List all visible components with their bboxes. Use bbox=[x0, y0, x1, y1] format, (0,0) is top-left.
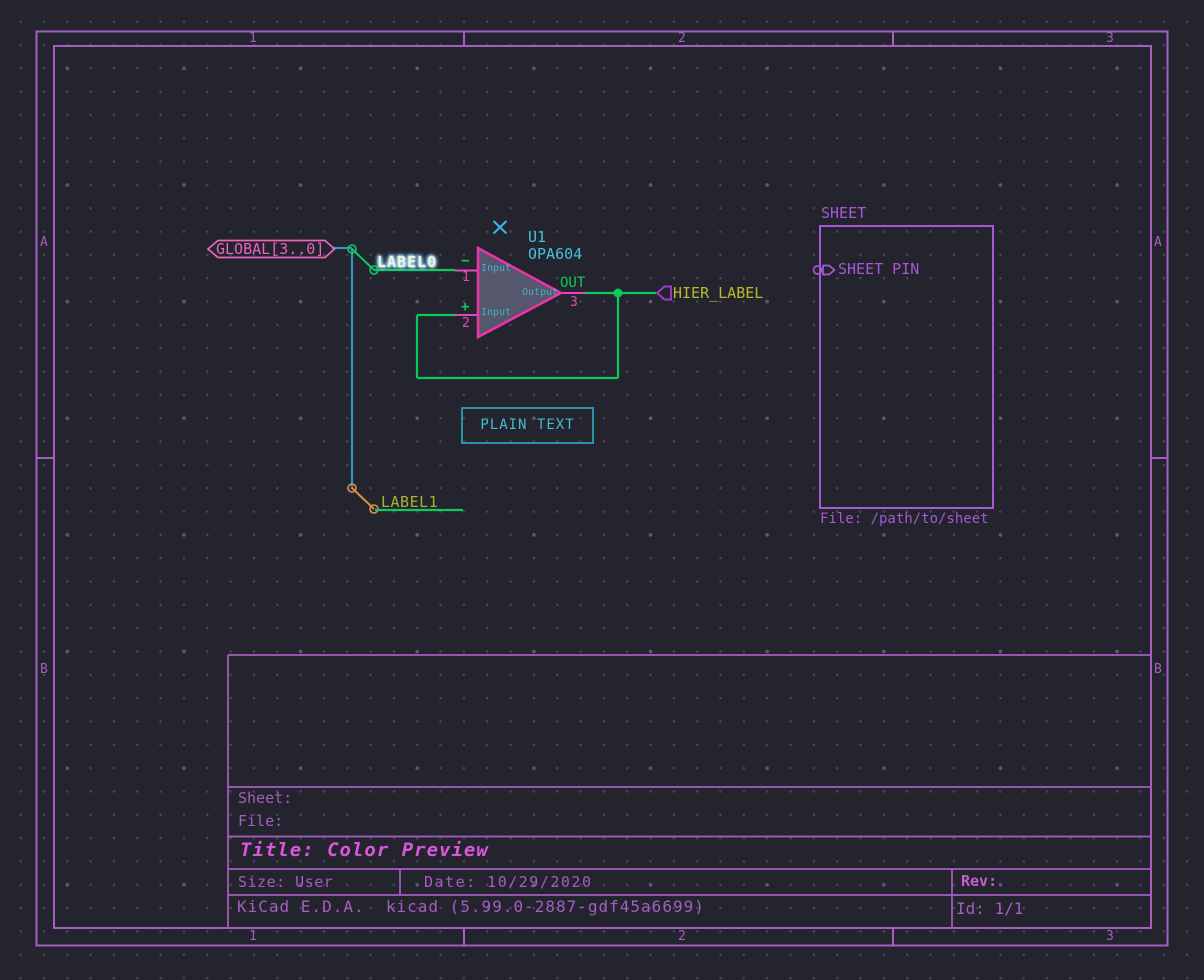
junction-dot bbox=[614, 289, 623, 298]
hier-label-shape bbox=[657, 287, 671, 300]
titleblock-sheet-label: Sheet: bbox=[238, 791, 292, 807]
frame-col-label-bottom: 3 bbox=[1106, 930, 1114, 944]
titleblock-page-id: Id: 1/1 bbox=[956, 901, 1023, 918]
pin1-number: 1 bbox=[462, 271, 470, 285]
frame-row-label-left: B bbox=[40, 663, 48, 677]
pin1-name: Input bbox=[481, 264, 511, 275]
hier-label-text: HIER_LABEL bbox=[673, 286, 763, 302]
pin3-number: 3 bbox=[570, 296, 578, 310]
no-connect-icon bbox=[494, 221, 507, 234]
frame-outer-border bbox=[37, 32, 1168, 946]
sheet-name: SHEET bbox=[821, 206, 866, 222]
sheet-pin-arrow-icon bbox=[823, 266, 835, 275]
frame-col-label-top: 3 bbox=[1106, 32, 1114, 46]
frame-inner-border bbox=[54, 46, 1151, 928]
selected-local-label: LABEL0 bbox=[377, 255, 437, 271]
pin2-name: Input bbox=[481, 308, 511, 319]
plain-text: PLAIN TEXT bbox=[462, 418, 593, 433]
frame-col-label-top: 1 bbox=[249, 32, 257, 46]
frame-col-label-top: 2 bbox=[678, 32, 686, 46]
titleblock-file-label: File: bbox=[238, 814, 283, 830]
pin1-sign: − bbox=[461, 254, 469, 269]
net-name-label: OUT bbox=[560, 276, 585, 291]
frame-row-label-left: A bbox=[40, 236, 48, 250]
frame-col-label-bottom: 2 bbox=[678, 930, 686, 944]
pin3-name: Output bbox=[522, 288, 558, 299]
titleblock-date: Date: 10/29/2020 bbox=[424, 875, 593, 891]
component-reference: U1 bbox=[528, 230, 546, 246]
pin2-number: 2 bbox=[462, 317, 470, 331]
bus-line bbox=[332, 248, 352, 489]
frame-row-label-right: B bbox=[1154, 663, 1162, 677]
pin2-sign: + bbox=[461, 300, 469, 315]
titleblock-rev-label: Rev: bbox=[961, 874, 997, 890]
component-value: OPA604 bbox=[528, 247, 582, 263]
sheet-file: File: /path/to/sheet bbox=[820, 512, 989, 527]
sheet-pin-label: SHEET PIN bbox=[838, 262, 919, 278]
local-label-text: LABEL1 bbox=[381, 495, 438, 511]
schematic-canvas[interactable]: 1 2 3 1 2 3 A B A B GLOBAL[3..0] LABEL0 … bbox=[0, 0, 1204, 980]
title-block-grid bbox=[228, 655, 1151, 928]
global-label-text: GLOBAL[3..0] bbox=[216, 242, 324, 258]
titleblock-generator: KiCad E.D.A. kicad (5.99.0-2887-gdf45a66… bbox=[237, 899, 705, 916]
titleblock-title: Title: Color Preview bbox=[240, 841, 489, 861]
titleblock-size: Size: User bbox=[238, 875, 333, 891]
frame-division-ticks bbox=[36, 32, 1168, 945]
frame-row-label-right: A bbox=[1154, 236, 1162, 250]
frame-col-label-bottom: 1 bbox=[249, 930, 257, 944]
